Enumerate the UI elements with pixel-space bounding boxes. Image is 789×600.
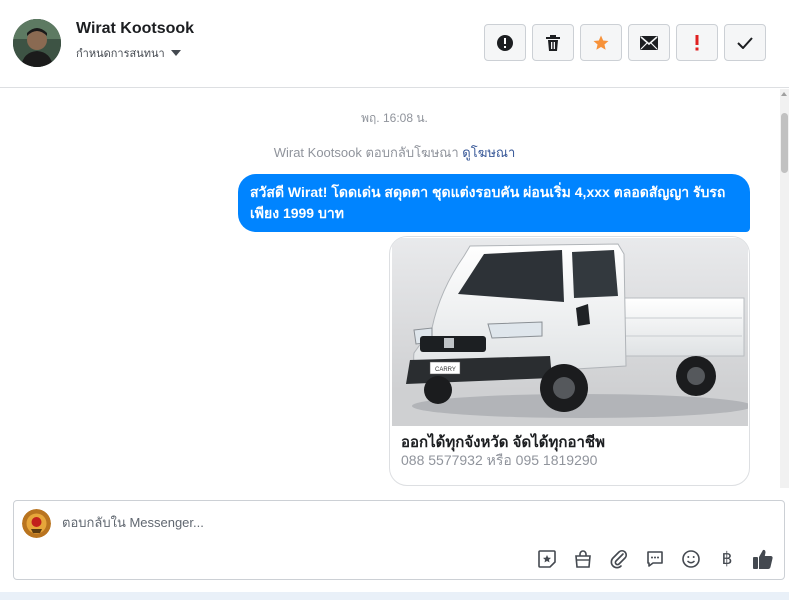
caret-down-icon — [170, 50, 181, 56]
ad-reply-note: Wirat Kootsook ตอบกลับโฆษณา ดูโฆษณา — [0, 142, 789, 163]
exclamation-icon — [695, 34, 699, 50]
plate-text: CARRY — [435, 367, 456, 373]
star-icon — [593, 35, 609, 50]
payment-button[interactable]: ฿ — [716, 548, 738, 570]
mail-icon — [640, 35, 658, 50]
chat-bubble-icon — [647, 551, 663, 567]
baht-icon: ฿ — [721, 549, 733, 569]
conversation-schedule-dropdown[interactable]: กำหนดการสนทนา — [76, 44, 181, 62]
mark-done-button[interactable] — [724, 24, 766, 61]
view-ad-link[interactable]: ดูโฆษณา — [462, 145, 515, 160]
conversation-header: Wirat Kootsook กำหนดการสนทนา — [0, 0, 789, 88]
mark-spam-button[interactable] — [676, 24, 718, 61]
message-timestamp: พฤ. 16:08 น. — [361, 111, 428, 125]
thumbs-up-icon — [753, 549, 773, 569]
ad-card[interactable]: CARRY ออกได้ทุกจังหวัด จัดได้ทุกอาชีพ 08… — [389, 236, 750, 486]
bottom-strip — [0, 592, 789, 600]
ad-card-image[interactable]: CARRY — [392, 238, 748, 426]
composer-box[interactable]: ฿ — [13, 500, 785, 580]
shopping-bag-icon — [575, 550, 591, 568]
like-button[interactable] — [752, 548, 774, 570]
emoji-icon — [682, 550, 700, 568]
outgoing-message-bubble[interactable]: สวัสดี Wirat! โดดเด่น สดุดตา ชุดแต่งรอบค… — [238, 174, 750, 232]
composer-tools: ฿ — [536, 548, 774, 570]
ad-card-subtitle: 088 5577932 หรือ 095 1819290 — [401, 452, 598, 468]
paperclip-icon — [610, 549, 628, 569]
header-actions — [484, 24, 766, 61]
ad-reply-text: Wirat Kootsook ตอบกลับโฆษณา — [273, 145, 459, 160]
delete-button[interactable] — [532, 24, 574, 61]
check-icon — [737, 36, 753, 49]
sticker-button[interactable] — [536, 548, 558, 570]
report-button[interactable] — [484, 24, 526, 61]
saved-replies-button[interactable] — [644, 548, 666, 570]
reply-input[interactable] — [62, 515, 662, 530]
sticker-icon — [538, 550, 556, 568]
thread-scrollbar[interactable] — [780, 89, 789, 488]
scrollbar-thumb[interactable] — [781, 113, 788, 173]
schedule-label: กำหนดการสนทนา — [76, 48, 165, 60]
trash-icon — [546, 34, 560, 51]
contact-name[interactable]: Wirat Kootsook — [76, 20, 194, 38]
messenger-window: Wirat Kootsook กำหนดการสนทนา พฤ. 16:08 น… — [0, 0, 789, 600]
scroll-up-arrow-icon[interactable] — [781, 92, 787, 96]
composer-area: ฿ — [0, 488, 789, 592]
report-icon — [497, 34, 513, 51]
emoji-button[interactable] — [680, 548, 702, 570]
star-button[interactable] — [580, 24, 622, 61]
message-thread[interactable]: พฤ. 16:08 น. Wirat Kootsook ตอบกลับโฆษณา… — [0, 89, 789, 488]
attach-button[interactable] — [608, 548, 630, 570]
page-avatar — [22, 509, 51, 538]
contact-avatar[interactable] — [13, 19, 61, 67]
shop-button[interactable] — [572, 548, 594, 570]
mark-unread-button[interactable] — [628, 24, 670, 61]
